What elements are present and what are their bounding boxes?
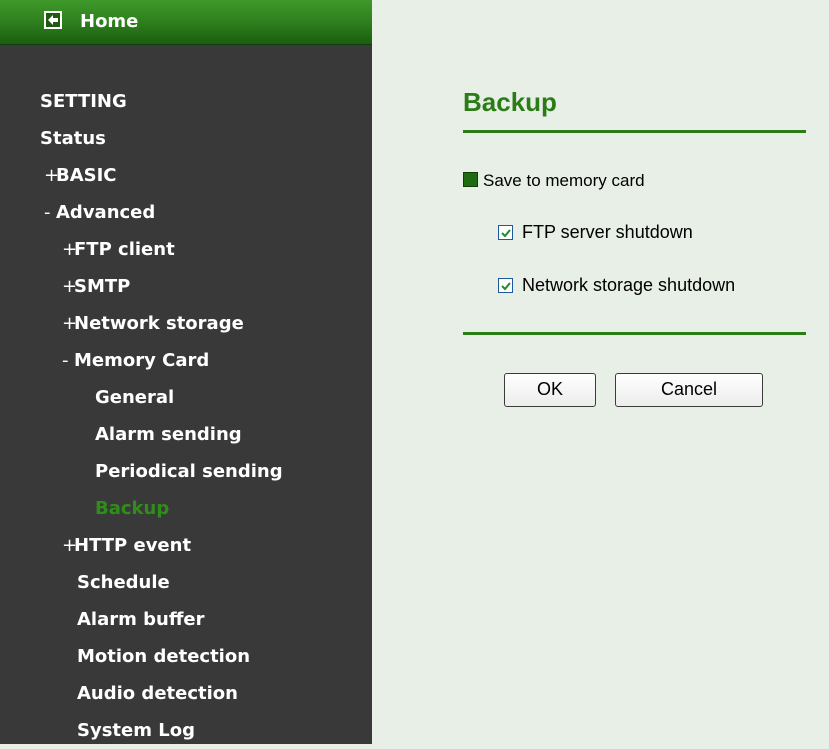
ftp-server-shutdown-option[interactable]: FTP server shutdown bbox=[498, 221, 693, 243]
menu-heading-setting: SETTING bbox=[40, 84, 127, 120]
check-icon bbox=[501, 229, 511, 238]
ftp-server-shutdown-checkbox[interactable] bbox=[498, 225, 513, 240]
green-square-icon bbox=[463, 172, 478, 187]
menu-item-periodical-sending[interactable]: Periodical sending bbox=[95, 454, 283, 490]
menu-item-advanced[interactable]: - Advanced bbox=[44, 195, 155, 231]
network-storage-shutdown-checkbox[interactable] bbox=[498, 278, 513, 293]
expand-sign: + bbox=[62, 239, 78, 260]
expand-sign: + bbox=[44, 165, 60, 186]
back-arrow-icon[interactable] bbox=[44, 11, 62, 29]
menu-label: Network storage bbox=[74, 313, 244, 334]
sidebar: Home SETTING Status +BASIC - Advanced +FT… bbox=[0, 0, 372, 744]
collapse-sign: - bbox=[44, 202, 51, 223]
page-title: Backup bbox=[463, 87, 557, 117]
home-bar[interactable]: Home bbox=[0, 0, 372, 45]
menu-item-ftp-client[interactable]: +FTP client bbox=[62, 232, 175, 268]
expand-sign: + bbox=[62, 313, 78, 334]
menu-label: HTTP event bbox=[74, 535, 192, 556]
menu-item-general[interactable]: General bbox=[95, 380, 174, 416]
menu-label: BASIC bbox=[56, 165, 117, 186]
home-link[interactable]: Home bbox=[80, 12, 138, 32]
menu-label: Schedule bbox=[77, 572, 170, 593]
menu-label: SMTP bbox=[74, 276, 131, 297]
save-to-memory-card-label: Save to memory card bbox=[463, 171, 645, 191]
menu-label: Backup bbox=[95, 498, 170, 519]
option-label: FTP server shutdown bbox=[522, 222, 693, 242]
menu-item-basic[interactable]: +BASIC bbox=[44, 158, 117, 194]
collapse-sign: - bbox=[62, 350, 69, 371]
menu-label: Status bbox=[40, 128, 106, 149]
menu-label: Motion detection bbox=[77, 646, 251, 667]
option-label: Network storage shutdown bbox=[522, 275, 736, 295]
cancel-button[interactable]: Cancel bbox=[615, 373, 763, 407]
menu-label: SETTING bbox=[40, 91, 127, 112]
menu-item-status[interactable]: Status bbox=[40, 121, 106, 157]
menu-item-alarm-buffer[interactable]: Alarm buffer bbox=[77, 602, 205, 638]
section-label: Save to memory card bbox=[483, 171, 645, 190]
menu-item-smtp[interactable]: +SMTP bbox=[62, 269, 130, 305]
menu-label: General bbox=[95, 387, 175, 408]
network-storage-shutdown-option[interactable]: Network storage shutdown bbox=[498, 274, 735, 296]
menu-item-backup[interactable]: Backup bbox=[95, 491, 169, 527]
menu-label: FTP client bbox=[74, 239, 175, 260]
divider-top bbox=[463, 130, 806, 133]
menu-item-audio-detection[interactable]: Audio detection bbox=[77, 676, 238, 712]
main-content: Backup Save to memory card FTP server sh… bbox=[372, 0, 829, 744]
expand-sign: + bbox=[62, 276, 78, 297]
expand-sign: + bbox=[62, 535, 78, 556]
menu-label: System Log bbox=[77, 720, 195, 741]
menu-label: Alarm sending bbox=[95, 424, 242, 445]
menu-item-network-storage[interactable]: +Network storage bbox=[62, 306, 244, 342]
menu-item-http-event[interactable]: +HTTP event bbox=[62, 528, 191, 564]
menu-item-alarm-sending[interactable]: Alarm sending bbox=[95, 417, 242, 453]
menu-label: Alarm buffer bbox=[77, 609, 205, 630]
menu-item-motion-detection[interactable]: Motion detection bbox=[77, 639, 250, 675]
menu-label: Memory Card bbox=[74, 350, 210, 371]
menu-item-memory-card[interactable]: - Memory Card bbox=[62, 343, 209, 379]
menu-label: Audio detection bbox=[77, 683, 238, 704]
check-icon bbox=[501, 282, 511, 291]
ok-button[interactable]: OK bbox=[504, 373, 596, 407]
divider-bottom bbox=[463, 332, 806, 335]
menu-label: Advanced bbox=[56, 202, 156, 223]
menu-label: Periodical sending bbox=[95, 461, 283, 482]
menu-item-schedule[interactable]: Schedule bbox=[77, 565, 170, 601]
